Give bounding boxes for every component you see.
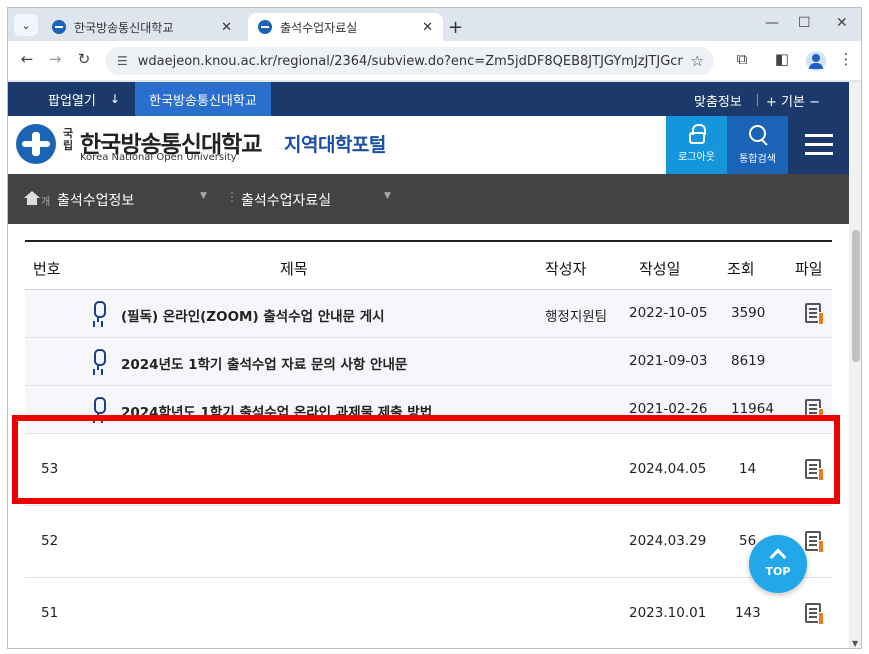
custom-info-link[interactable]: 맞춤정보 bbox=[694, 91, 742, 110]
browser-toolbar: ← → ↻ ☰ wdaejeon.knou.ac.kr/regional/236… bbox=[8, 41, 861, 81]
chevron-up-icon bbox=[769, 548, 787, 566]
extensions-puzzle-icon[interactable]: ⧉ bbox=[732, 50, 752, 68]
header-date: 작성일 bbox=[639, 260, 681, 278]
microphone-icon bbox=[91, 301, 106, 323]
knou-favicon-icon bbox=[52, 20, 66, 34]
home-icon[interactable] bbox=[24, 191, 40, 205]
back-arrow-icon[interactable]: ← bbox=[17, 50, 37, 68]
hamburger-icon bbox=[805, 134, 833, 137]
attachment-file-icon[interactable] bbox=[805, 303, 824, 325]
new-tab-button[interactable]: + bbox=[448, 17, 463, 38]
chevron-down-icon[interactable]: ▼ bbox=[384, 191, 391, 201]
integrated-search-button[interactable]: 통합검색 bbox=[727, 116, 788, 174]
notice-row[interactable]: 2024년도 1학기 출석수업 자료 문의 사항 안내문 2021-09-03 … bbox=[25, 338, 832, 386]
site-info-icon[interactable]: ☰ bbox=[117, 54, 128, 68]
tab-attendance-materials[interactable]: 출석수업자료실 ✕ bbox=[248, 13, 443, 41]
portal-title[interactable]: 지역대학포털 bbox=[284, 130, 386, 157]
attachment-file-icon[interactable] bbox=[805, 531, 824, 553]
microphone-icon bbox=[91, 349, 106, 371]
logout-button[interactable]: 로그아웃 bbox=[666, 116, 727, 174]
hamburger-menu-button[interactable] bbox=[788, 116, 849, 174]
breadcrumb-separator: ⋮ bbox=[226, 190, 238, 204]
more-menu-icon[interactable]: ⋮ bbox=[836, 50, 856, 68]
arrow-down-icon: ↓ bbox=[109, 92, 120, 106]
close-tab-icon[interactable]: ✕ bbox=[422, 20, 433, 35]
table-header: 번호 제목 작성자 작성일 조회 파일 bbox=[25, 240, 832, 290]
font-size-control[interactable]: + 기본 − bbox=[766, 91, 820, 110]
attachment-file-icon[interactable] bbox=[805, 603, 824, 625]
chevron-down-icon[interactable]: ▼ bbox=[200, 191, 207, 201]
scrollbar-thumb[interactable] bbox=[852, 230, 860, 362]
breadcrumb: 개 출석수업정보 ▼ ⋮ 출석수업자료실 ▼ bbox=[8, 174, 849, 224]
notice-title[interactable]: (필독) 온라인(ZOOM) 출석수업 안내문 게시 bbox=[121, 305, 385, 325]
notice-date: 2022-10-05 bbox=[629, 305, 708, 321]
close-window-icon[interactable]: ✕ bbox=[836, 15, 848, 31]
tab-title: 한국방송통신대학교 bbox=[74, 20, 174, 35]
home-text: 개 bbox=[41, 197, 51, 208]
notice-date: 2021-09-03 bbox=[629, 353, 708, 369]
university-link-button[interactable]: 한국방송통신대학교 bbox=[135, 82, 271, 116]
maximize-icon[interactable]: ☐ bbox=[798, 15, 811, 31]
breadcrumb-level2[interactable]: 출석수업자료실 bbox=[241, 190, 331, 210]
divider bbox=[757, 94, 758, 106]
notice-title[interactable]: 2024년도 1학기 출석수업 자료 문의 사항 안내문 bbox=[121, 353, 407, 373]
url-text[interactable]: wdaejeon.knou.ac.kr/regional/2364/subvie… bbox=[138, 54, 683, 69]
page-viewport: 팝업열기 ↓ 한국방송통신대학교 맞춤정보 + 기본 − 국립 한국방송통신대학… bbox=[8, 82, 849, 648]
row-no: 52 bbox=[41, 533, 59, 549]
notice-views: 3590 bbox=[731, 305, 766, 321]
browser-window: ⌄ 한국방송통신대학교 ✕ 출석수업자료실 ✕ + — ☐ ✕ ← → ↻ ☰ … bbox=[7, 7, 862, 649]
profile-avatar-icon[interactable] bbox=[806, 51, 826, 71]
search-icon bbox=[747, 124, 769, 146]
breadcrumb-level1[interactable]: 출석수업정보 bbox=[57, 190, 134, 210]
highlight-box bbox=[12, 415, 840, 504]
close-tab-icon[interactable]: ✕ bbox=[221, 20, 232, 35]
lock-icon bbox=[688, 124, 706, 144]
address-bar[interactable]: ☰ wdaejeon.knou.ac.kr/regional/2364/subv… bbox=[105, 47, 714, 75]
knou-favicon-icon bbox=[258, 20, 272, 34]
row-date: 2024.03.29 bbox=[629, 533, 707, 549]
scroll-top-button[interactable]: TOP bbox=[749, 535, 807, 593]
utility-bar: 팝업열기 ↓ 한국방송통신대학교 맞춤정보 + 기본 − bbox=[8, 82, 849, 116]
header-views: 조회 bbox=[727, 260, 755, 278]
tab-title: 출석수업자료실 bbox=[280, 20, 358, 35]
side-panel-icon[interactable]: ◧ bbox=[772, 50, 792, 68]
notice-views: 8619 bbox=[731, 353, 766, 369]
bookmark-star-icon[interactable]: ☆ bbox=[691, 52, 704, 70]
header-writer: 작성자 bbox=[545, 260, 587, 278]
top-label: TOP bbox=[765, 565, 791, 578]
logo-gukrip: 국립 bbox=[63, 127, 74, 152]
notice-row[interactable]: (필독) 온라인(ZOOM) 출석수업 안내문 게시 행정지원팀 2022-10… bbox=[25, 290, 832, 338]
row-date: 2023.10.01 bbox=[629, 605, 707, 621]
header-no: 번호 bbox=[33, 260, 61, 278]
popup-open-button[interactable]: 팝업열기 ↓ bbox=[35, 82, 135, 116]
header-title: 제목 bbox=[280, 260, 308, 278]
search-label: 통합검색 bbox=[739, 154, 776, 165]
table-row[interactable]: 52 2024.03.29 56 bbox=[25, 506, 832, 578]
tab-search-dropdown-icon[interactable]: ⌄ bbox=[14, 14, 38, 36]
page-scrollbar[interactable]: ▼ bbox=[849, 82, 861, 648]
row-no: 51 bbox=[41, 605, 59, 621]
reload-icon[interactable]: ↻ bbox=[74, 50, 94, 68]
table-row[interactable]: 51 2023.10.01 143 bbox=[25, 578, 832, 648]
site-header: 국립 한국방송통신대학교 Korea National Open Univers… bbox=[8, 116, 849, 174]
header-file: 파일 bbox=[795, 260, 823, 278]
forward-arrow-icon[interactable]: → bbox=[45, 50, 65, 68]
scroll-down-arrow-icon[interactable]: ▼ bbox=[852, 639, 858, 648]
notice-writer: 행정지원팀 bbox=[545, 309, 608, 325]
tab-strip: ⌄ 한국방송통신대학교 ✕ 출석수업자료실 ✕ + — ☐ ✕ bbox=[8, 8, 861, 41]
minimize-icon[interactable]: — bbox=[765, 15, 779, 31]
logout-label: 로그아웃 bbox=[678, 152, 715, 163]
popup-open-label: 팝업열기 bbox=[48, 93, 96, 109]
row-views: 143 bbox=[735, 605, 761, 621]
logo-english-name: Korea National Open University bbox=[80, 152, 237, 163]
knou-emblem-icon[interactable] bbox=[16, 124, 56, 164]
tab-knou-home[interactable]: 한국방송통신대학교 ✕ bbox=[42, 13, 242, 41]
